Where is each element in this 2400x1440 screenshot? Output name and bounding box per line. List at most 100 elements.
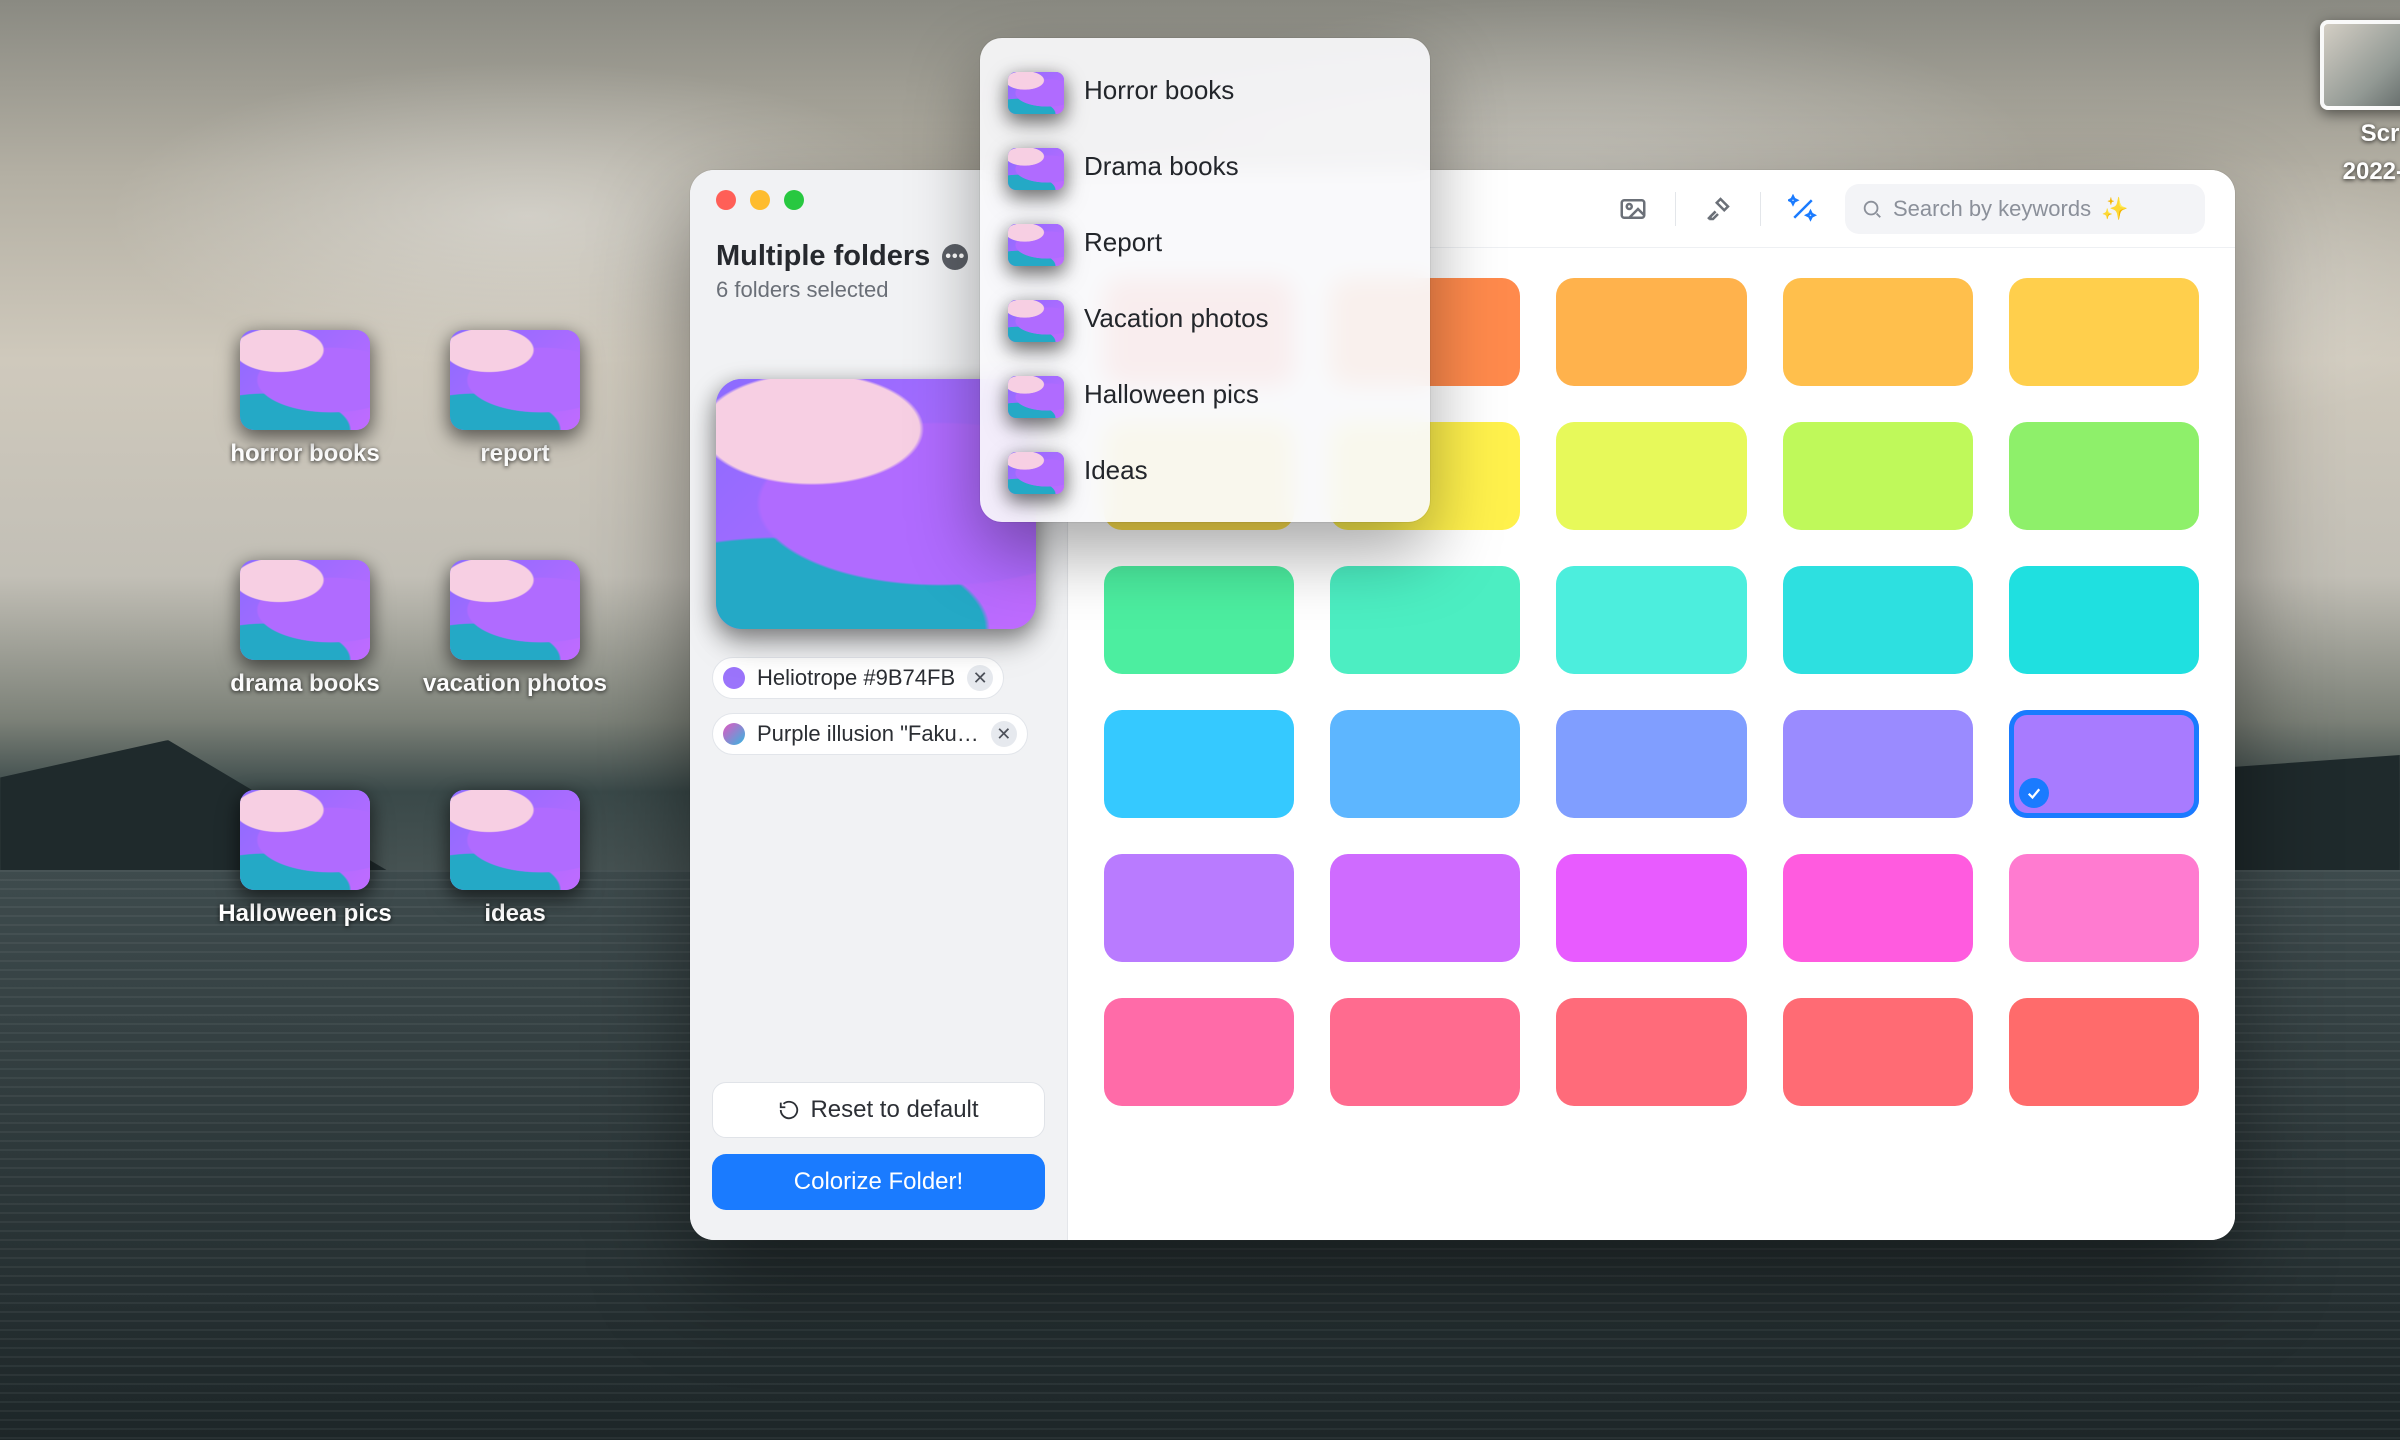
color-swatch[interactable] bbox=[1556, 422, 1746, 530]
desktop-folder-item[interactable]: vacation photos bbox=[410, 560, 620, 790]
window-maximize-button[interactable] bbox=[784, 190, 804, 210]
color-swatch[interactable] bbox=[1783, 710, 1973, 818]
color-swatch[interactable] bbox=[1556, 566, 1746, 674]
chip-label: Purple illusion "Faku… bbox=[757, 721, 979, 747]
color-swatch[interactable] bbox=[2009, 278, 2199, 386]
folder-icon bbox=[450, 560, 580, 660]
folder-icon bbox=[240, 560, 370, 660]
color-swatch[interactable] bbox=[1104, 710, 1294, 818]
color-dot-icon bbox=[723, 667, 745, 689]
color-swatch[interactable] bbox=[1104, 566, 1294, 674]
style-chip: Purple illusion "Faku… ✕ bbox=[712, 713, 1028, 755]
color-swatch[interactable] bbox=[1104, 854, 1294, 962]
sidebar-actions: Reset to default Colorize Folder! bbox=[690, 1082, 1067, 1240]
popover-folder-item[interactable]: Halloween pics bbox=[990, 356, 1420, 432]
window-minimize-button[interactable] bbox=[750, 190, 770, 210]
folder-icon bbox=[1008, 376, 1064, 418]
color-swatch[interactable] bbox=[1104, 998, 1294, 1106]
color-swatch[interactable] bbox=[1783, 998, 1973, 1106]
desktop-folder-label: horror books bbox=[230, 440, 379, 468]
color-swatch[interactable] bbox=[1330, 566, 1520, 674]
reset-button[interactable]: Reset to default bbox=[712, 1082, 1045, 1138]
image-icon bbox=[1618, 194, 1648, 224]
color-swatch[interactable] bbox=[1330, 854, 1520, 962]
popover-folder-label: Vacation photos bbox=[1084, 303, 1269, 334]
color-swatch[interactable] bbox=[1330, 710, 1520, 818]
desktop-item-label: 2022-0 bbox=[2343, 158, 2400, 186]
window-close-button[interactable] bbox=[716, 190, 736, 210]
popover-folder-label: Drama books bbox=[1084, 151, 1239, 182]
color-swatch[interactable] bbox=[2009, 710, 2199, 818]
popover-folder-label: Halloween pics bbox=[1084, 379, 1259, 410]
popover-folder-label: Horror books bbox=[1084, 75, 1234, 106]
colorize-button[interactable]: Colorize Folder! bbox=[712, 1154, 1045, 1210]
folder-icon bbox=[450, 330, 580, 430]
toolbar-separator bbox=[1760, 192, 1761, 226]
sidebar-title: Multiple folders bbox=[716, 240, 930, 273]
color-swatch[interactable] bbox=[1330, 998, 1520, 1106]
toolbar-separator bbox=[1675, 192, 1676, 226]
color-swatch[interactable] bbox=[1556, 854, 1746, 962]
desktop-folder-label: ideas bbox=[484, 900, 545, 928]
reset-button-label: Reset to default bbox=[810, 1096, 978, 1124]
image-mode-button[interactable] bbox=[1613, 189, 1653, 229]
desktop-item-label: Scr bbox=[2361, 120, 2400, 148]
desktop-icons-area: horror books report drama books vacation… bbox=[200, 330, 620, 1020]
popover-folder-item[interactable]: Horror books bbox=[990, 52, 1420, 128]
folder-icon bbox=[1008, 300, 1064, 342]
color-swatch[interactable] bbox=[2009, 998, 2199, 1106]
applied-styles-list: Heliotrope #9B74FB ✕ Purple illusion "Fa… bbox=[712, 657, 1045, 755]
color-swatch[interactable] bbox=[2009, 566, 2199, 674]
folder-icon bbox=[1008, 148, 1064, 190]
color-swatch[interactable] bbox=[1783, 566, 1973, 674]
more-icon[interactable]: ••• bbox=[942, 244, 968, 270]
popover-folder-label: Ideas bbox=[1084, 455, 1148, 486]
color-swatch[interactable] bbox=[1556, 998, 1746, 1106]
desktop-wallpaper: horror books report drama books vacation… bbox=[0, 0, 2400, 1440]
popover-folder-item[interactable]: Ideas bbox=[990, 432, 1420, 508]
selected-folders-popover: Horror books Drama books Report Vacation… bbox=[980, 38, 1430, 522]
popover-folder-label: Report bbox=[1084, 227, 1162, 258]
eyedropper-button[interactable] bbox=[1698, 189, 1738, 229]
popover-folder-item[interactable]: Drama books bbox=[990, 128, 1420, 204]
color-swatch[interactable] bbox=[1783, 422, 1973, 530]
eyedropper-icon bbox=[1703, 194, 1733, 224]
selected-check-icon bbox=[2019, 778, 2049, 808]
reset-icon bbox=[778, 1099, 800, 1121]
desktop-folder-item[interactable]: Halloween pics bbox=[200, 790, 410, 1020]
chip-remove-button[interactable]: ✕ bbox=[967, 665, 993, 691]
color-swatch[interactable] bbox=[1556, 710, 1746, 818]
desktop-folder-item[interactable]: ideas bbox=[410, 790, 620, 1020]
popover-folder-item[interactable]: Report bbox=[990, 204, 1420, 280]
search-icon bbox=[1861, 198, 1883, 220]
desktop-folder-item[interactable]: horror books bbox=[200, 330, 410, 560]
chip-label: Heliotrope #9B74FB bbox=[757, 665, 955, 691]
desktop-folder-label: drama books bbox=[230, 670, 379, 698]
colorize-button-label: Colorize Folder! bbox=[794, 1168, 963, 1196]
chip-remove-button[interactable]: ✕ bbox=[991, 721, 1017, 747]
color-swatch[interactable] bbox=[2009, 854, 2199, 962]
screenshot-thumbnail-icon bbox=[2320, 20, 2400, 110]
desktop-folder-label: vacation photos bbox=[423, 670, 607, 698]
search-placeholder: Search by keywords bbox=[1893, 196, 2091, 222]
color-swatch[interactable] bbox=[2009, 422, 2199, 530]
desktop-folder-label: report bbox=[480, 440, 549, 468]
folder-icon bbox=[1008, 452, 1064, 494]
desktop-folder-label: Halloween pics bbox=[218, 900, 391, 928]
magic-button[interactable] bbox=[1783, 189, 1823, 229]
popover-folder-item[interactable]: Vacation photos bbox=[990, 280, 1420, 356]
desktop-screenshot-item[interactable]: Scr 2022-0 bbox=[2320, 20, 2400, 186]
folder-icon bbox=[1008, 224, 1064, 266]
search-input[interactable]: Search by keywords ✨ bbox=[1845, 184, 2205, 234]
app-window: Multiple folders ••• 6 folders selected … bbox=[690, 170, 2235, 1240]
folder-icon bbox=[1008, 72, 1064, 114]
color-dot-icon bbox=[723, 723, 745, 745]
desktop-folder-item[interactable]: drama books bbox=[200, 560, 410, 790]
desktop-folder-item[interactable]: report bbox=[410, 330, 620, 560]
magic-wand-icon bbox=[1788, 194, 1818, 224]
folder-icon bbox=[240, 790, 370, 890]
folder-icon bbox=[240, 330, 370, 430]
color-swatch[interactable] bbox=[1556, 278, 1746, 386]
color-swatch[interactable] bbox=[1783, 278, 1973, 386]
color-swatch[interactable] bbox=[1783, 854, 1973, 962]
